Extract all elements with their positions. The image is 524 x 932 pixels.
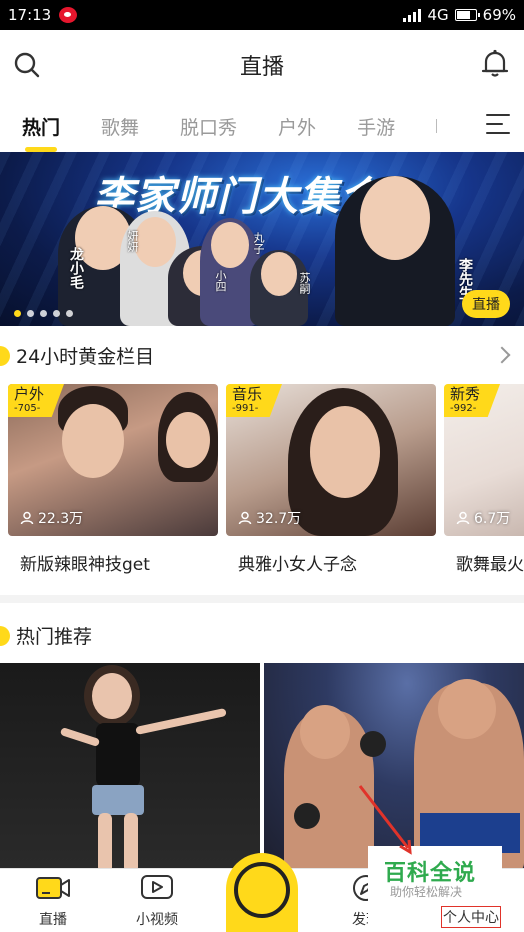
menu-icon[interactable] [486, 114, 510, 136]
status-time: 17:13 [8, 6, 52, 24]
pointer-arrow-icon [358, 785, 412, 855]
tab-divider [436, 119, 438, 133]
tab-bar-profile[interactable]: 个人中心 [441, 906, 501, 928]
category-tag: 音乐 -991- [226, 384, 283, 417]
stream-caption: 典雅小女人子念 [238, 555, 357, 575]
stream-thumbnail: 户外 -705- 22.3万 [8, 384, 218, 536]
battery-level: 69% [482, 6, 516, 24]
tab-outdoor[interactable]: 户外 [278, 113, 316, 140]
promo-banner[interactable]: 李家师门大集合 龙小毛 妍妍 小四 丸子 苏嗣 李先生 直播 [0, 152, 524, 326]
tab-song-dance[interactable]: 歌舞 [101, 113, 139, 140]
top-nav: 直播 [0, 30, 524, 100]
section-title: 24小时黄金栏目 [16, 346, 155, 368]
banner-name: 龙小毛 [68, 247, 84, 289]
stream-caption: 新版辣眼神技get [20, 555, 150, 575]
stream-thumbnail: 新秀 -992- 6.7万 [444, 384, 524, 536]
hot-stream-card[interactable] [0, 663, 260, 868]
stream-caption: 歌舞最火 [456, 555, 524, 575]
section-marker [0, 345, 10, 366]
category-tag: 新秀 -992- [444, 384, 501, 417]
tab-bar-short-video[interactable]: 小视频 [117, 869, 197, 932]
live-badge: 直播 [462, 290, 510, 318]
viewer-count: 32.7万 [238, 508, 301, 528]
tab-hot[interactable]: 热门 [22, 113, 60, 152]
banner-name: 丸子 [252, 232, 265, 254]
camera-icon [34, 869, 72, 903]
tab-mobile-games[interactable]: 手游 [357, 113, 395, 140]
viewer-count-text: 32.7万 [256, 511, 302, 527]
viewer-count: 6.7万 [456, 508, 510, 528]
stream-card[interactable]: 音乐 -991- 32.7万 典雅小女人子念 [226, 384, 436, 584]
banner-pagination [14, 310, 73, 317]
section-hot-header: 热门推荐 [0, 622, 92, 649]
banner-name: 小四 [214, 270, 227, 292]
pagination-dot [53, 310, 60, 317]
start-live-button[interactable] [226, 853, 298, 932]
viewer-icon [238, 511, 252, 525]
pagination-dot [40, 310, 47, 317]
section-golden-header[interactable]: 24小时黄金栏目 [0, 342, 154, 369]
section-marker [0, 625, 10, 646]
chevron-right-icon[interactable] [493, 346, 511, 364]
viewer-count: 22.3万 [20, 508, 83, 528]
search-icon[interactable] [12, 50, 42, 80]
record-icon [234, 862, 290, 918]
network-type: 4G [427, 6, 449, 24]
golden-card-list: 户外 -705- 22.3万 新版辣眼神技get 音乐 -991- 32.7万 … [8, 384, 524, 584]
tag-number: -991- [232, 403, 259, 414]
pagination-dot [14, 310, 21, 317]
category-tabs: 热门 歌舞 脱口秀 户外 手游 [0, 100, 524, 152]
tab-bar-live[interactable]: 直播 [13, 869, 93, 932]
tab-bar-label: 小视频 [136, 912, 178, 928]
viewer-count-text: 6.7万 [474, 511, 511, 527]
section-divider [0, 595, 524, 603]
status-indicators: 4G 69% [403, 6, 516, 24]
tab-bar-label: 直播 [39, 912, 67, 928]
page-title: 直播 [239, 55, 284, 80]
app-screen: 17:13 4G 69% 直播 热门 歌舞 脱口秀 户外 手游 李家师门大集合 [0, 0, 524, 932]
status-bar: 17:13 4G 69% [0, 0, 524, 30]
video-play-icon [139, 869, 175, 903]
signal-icon [403, 8, 422, 22]
pagination-dot [66, 310, 73, 317]
stream-card[interactable]: 新秀 -992- 6.7万 歌舞最火 [444, 384, 524, 584]
banner-person [335, 176, 455, 326]
stream-thumbnail: 音乐 -991- 32.7万 [226, 384, 436, 536]
banner-name: 苏嗣 [298, 272, 311, 294]
banner-headline: 李家师门大集合 [94, 174, 381, 220]
tag-number: -992- [450, 403, 477, 414]
tag-label: 户外 [14, 385, 45, 403]
tag-label: 音乐 [232, 385, 263, 403]
banner-name: 妍妍 [126, 230, 139, 252]
category-tag: 户外 -705- [8, 384, 65, 417]
tag-label: 新秀 [450, 385, 481, 403]
bell-icon[interactable] [480, 48, 510, 80]
hot-stream-grid [0, 663, 524, 868]
tag-number: -705- [14, 403, 41, 414]
stream-card[interactable]: 户外 -705- 22.3万 新版辣眼神技get [8, 384, 218, 584]
battery-icon [454, 9, 480, 21]
tab-talk-show[interactable]: 脱口秀 [180, 113, 237, 140]
viewer-icon [20, 511, 34, 525]
pagination-dot [27, 310, 34, 317]
viewer-icon [456, 511, 470, 525]
viewer-count-text: 22.3万 [38, 511, 84, 527]
watermark-subtitle: 助你轻松解决 [390, 885, 463, 899]
weibo-icon [59, 7, 78, 23]
section-title: 热门推荐 [16, 626, 93, 648]
